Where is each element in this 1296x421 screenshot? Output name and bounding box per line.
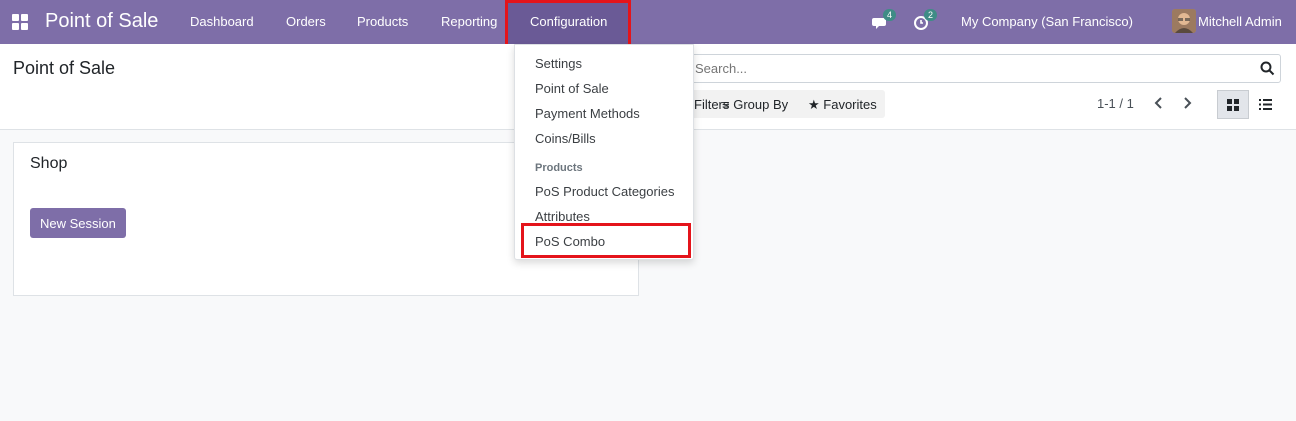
chevron-right-icon[interactable] — [1181, 96, 1193, 110]
nav-products[interactable]: Products — [357, 14, 408, 29]
menu-item-settings[interactable]: Settings — [535, 56, 582, 71]
menu-item-coins-bills[interactable]: Coins/Bills — [535, 131, 596, 146]
configuration-highlight-box — [505, 0, 631, 50]
page-title: Point of Sale — [13, 58, 116, 78]
list-view-button[interactable] — [1249, 90, 1281, 119]
list-icon: ≡ — [722, 97, 730, 112]
list-view-icon — [1258, 99, 1272, 110]
kanban-icon — [1227, 98, 1239, 111]
favorites-label: Favorites — [823, 97, 877, 112]
nav-dashboard[interactable]: Dashboard — [190, 14, 254, 29]
search-box[interactable] — [688, 54, 1281, 83]
favorites-button[interactable]: ★ Favorites — [808, 97, 877, 113]
pos-combo-highlight-box — [521, 223, 691, 258]
group-by-button[interactable]: ≡ Group By — [722, 97, 788, 112]
menu-item-payment-methods[interactable]: Payment Methods — [535, 106, 640, 121]
messages-button[interactable]: 4 — [872, 9, 897, 33]
search-icon[interactable] — [1260, 61, 1275, 76]
card-title[interactable]: Shop — [30, 155, 67, 173]
menu-item-pos-product-categories[interactable]: PoS Product Categories — [535, 184, 674, 199]
messages-badge: 4 — [883, 9, 897, 21]
user-avatar[interactable] — [1172, 9, 1196, 33]
menu-item-point-of-sale[interactable]: Point of Sale — [535, 81, 609, 96]
menu-item-attributes[interactable]: Attributes — [535, 209, 590, 224]
kanban-view-button[interactable] — [1217, 90, 1249, 119]
chevron-left-icon[interactable] — [1153, 96, 1165, 110]
search-options-bar: Filters ≡ Group By ★ Favorites — [688, 90, 885, 118]
pager-value[interactable]: 1-1 / 1 — [1097, 96, 1134, 111]
app-grid-icon[interactable] — [12, 14, 28, 30]
menu-section-products: Products — [535, 162, 583, 174]
star-icon: ★ — [808, 97, 820, 112]
user-menu[interactable]: Mitchell Admin — [1198, 14, 1282, 29]
search-input[interactable] — [689, 55, 1249, 82]
company-switcher[interactable]: My Company (San Francisco) — [961, 14, 1133, 29]
new-session-button[interactable]: New Session — [30, 208, 126, 238]
activities-button[interactable]: 2 — [913, 9, 938, 33]
activities-badge: 2 — [924, 9, 938, 21]
main-navbar: Point of Sale Dashboard Orders Products … — [0, 0, 1296, 44]
nav-reporting[interactable]: Reporting — [441, 14, 497, 29]
app-brand[interactable]: Point of Sale — [45, 10, 158, 33]
group-by-label: Group By — [733, 97, 789, 112]
nav-orders[interactable]: Orders — [286, 14, 326, 29]
